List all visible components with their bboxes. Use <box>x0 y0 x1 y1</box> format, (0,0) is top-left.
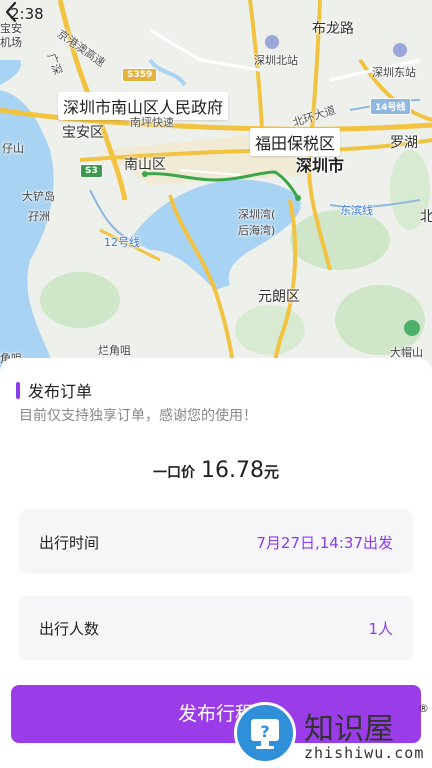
passenger-count-value: 1人 <box>368 619 393 638</box>
watermark-registered: ® <box>418 702 429 715</box>
map-label: 12号线 <box>104 236 140 249</box>
map-label: 机场 <box>0 36 22 49</box>
sheet-subtitle: 目前仅支持独享订单，感谢您的使用！ <box>19 408 257 424</box>
map-canvas <box>0 0 432 380</box>
watermark: ? 知识屋 ® zhishiwu.com <box>232 700 432 768</box>
map-label: 南坪快速 <box>130 116 174 129</box>
mountain-pin-icon <box>404 320 420 336</box>
map-label: 深圳北站 <box>254 54 298 67</box>
map-label: 宝安区 <box>62 125 104 141</box>
title-accent-bar <box>16 381 20 399</box>
monitor-question-icon: ? <box>251 719 279 749</box>
price-label: 一口价 <box>153 465 195 481</box>
map-label: 罗湖 <box>390 135 418 151</box>
watermark-brand: 知识屋 <box>304 712 394 747</box>
station-pin-icon <box>393 43 407 57</box>
map-label: 布龙路 <box>312 21 354 37</box>
travel-time-row[interactable]: 出行时间 7月27日,14:37出发 <box>19 510 413 574</box>
sheet-header: 发布订单 <box>16 378 92 402</box>
map-label: 仔山 <box>2 142 24 155</box>
watermark-url: zhishiwu.com <box>304 744 425 762</box>
map-label: 深圳东站 <box>372 66 416 79</box>
price-value: 16.78 <box>201 458 264 483</box>
road-shield-s359: S359 <box>122 68 158 82</box>
sheet-title: 发布订单 <box>28 382 93 401</box>
price-row: 一口价 16.78元 <box>0 458 432 483</box>
map-label: 元朗区 <box>258 289 300 305</box>
metro-shield-14: 14号线 <box>370 98 411 115</box>
price-unit: 元 <box>263 463 279 481</box>
map-label: 北 <box>420 209 432 225</box>
watermark-logo-icon: ? <box>234 702 296 764</box>
map-label: 深圳市 <box>296 156 345 175</box>
map-label: 南山区 <box>124 157 166 173</box>
map-label: 后海湾) <box>238 224 276 237</box>
road-shield-s3: S3 <box>80 164 103 178</box>
map-label: 深圳湾( <box>238 208 276 221</box>
map-label: 大铲岛 <box>22 190 55 203</box>
route-map[interactable]: 2:38 深圳市南山区人民政府 福田保税区 宝安 机场 广深 京港澳高速 布龙路… <box>0 0 432 380</box>
station-pin-icon <box>265 35 279 49</box>
route-end-marker <box>295 195 301 201</box>
svg-text:?: ? <box>260 722 269 741</box>
travel-time-value: 7月27日,14:37出发 <box>256 533 393 552</box>
map-label: 孖洲 <box>28 210 50 223</box>
travel-time-label: 出行时间 <box>39 533 100 552</box>
map-label: 东滨线 <box>340 204 373 217</box>
map-label: 烂角咀 <box>98 344 131 357</box>
passenger-count-label: 出行人数 <box>39 619 100 638</box>
passenger-count-row[interactable]: 出行人数 1人 <box>19 596 413 660</box>
